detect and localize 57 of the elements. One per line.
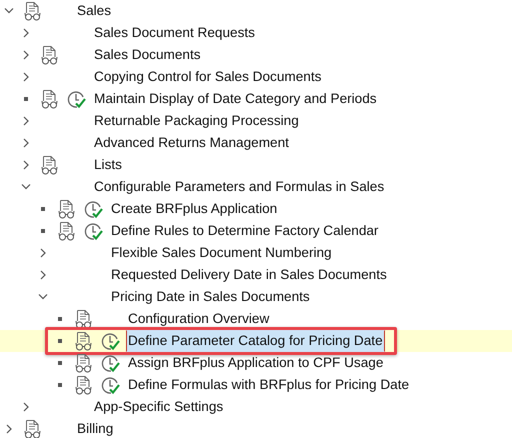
documentation-icon [75, 332, 92, 350]
documentation-icon [75, 354, 92, 372]
documentation-icon [24, 2, 41, 20]
expand-icon[interactable] [39, 248, 47, 258]
tree-item[interactable]: Configurable Parameters and Formulas in Sales [92, 176, 386, 198]
tree-item[interactable]: Configuration Overview [126, 308, 272, 330]
tree-item[interactable]: Define Parameter Catalog for Pricing Date [126, 330, 385, 352]
expand-icon[interactable] [5, 424, 13, 434]
clock-check-icon[interactable] [84, 200, 103, 218]
tree-item[interactable]: Create BRFplus Application [109, 198, 280, 220]
tree-item[interactable]: Flexible Sales Document Numbering [109, 242, 334, 264]
tree-item[interactable]: Billing [75, 418, 116, 438]
collapse-icon[interactable] [4, 7, 14, 15]
tree-item[interactable]: Sales Documents [92, 44, 203, 66]
tree-item[interactable]: Define Formulas with BRFplus for Pricing Date [126, 374, 412, 396]
clock-check-icon[interactable] [101, 376, 120, 394]
bullet-icon [58, 339, 62, 343]
tree-item[interactable]: App-Specific Settings [92, 396, 226, 418]
documentation-icon [58, 222, 75, 240]
documentation-icon [75, 376, 92, 394]
expand-icon[interactable] [22, 116, 30, 126]
bullet-icon [58, 317, 62, 321]
expand-icon[interactable] [22, 160, 30, 170]
clock-check-icon[interactable] [101, 354, 120, 372]
tree-item[interactable]: Assign BRFplus Application to CPF Usage [126, 352, 386, 374]
expand-icon[interactable] [22, 72, 30, 82]
tree-item[interactable]: Sales Document Requests [92, 22, 257, 44]
tree-item[interactable]: Advanced Returns Management [92, 132, 291, 154]
expand-icon[interactable] [22, 402, 30, 412]
tree-item[interactable]: Returnable Packaging Processing [92, 110, 301, 132]
bullet-icon [24, 97, 28, 101]
tree-item[interactable]: Requested Delivery Date in Sales Documents [109, 264, 389, 286]
collapse-icon[interactable] [21, 183, 31, 191]
documentation-icon [58, 200, 75, 218]
clock-check-icon[interactable] [84, 222, 103, 240]
tree-item[interactable]: Maintain Display of Date Category and Periods [92, 88, 379, 110]
bullet-icon [58, 383, 62, 387]
clock-check-icon[interactable] [101, 332, 120, 350]
documentation-icon [41, 90, 58, 108]
tree-item[interactable]: Sales [75, 0, 114, 22]
bullet-icon [41, 207, 45, 211]
tree-item[interactable]: Pricing Date in Sales Documents [109, 286, 312, 308]
tree-item[interactable]: Lists [92, 154, 124, 176]
documentation-icon [24, 420, 41, 438]
collapse-icon[interactable] [38, 293, 48, 301]
clock-check-icon[interactable] [67, 90, 86, 108]
documentation-icon [41, 156, 58, 174]
bullet-icon [41, 229, 45, 233]
expand-icon[interactable] [22, 28, 30, 38]
expand-icon[interactable] [22, 138, 30, 148]
tree-item[interactable]: Copying Control for Sales Documents [92, 66, 324, 88]
tree-item[interactable]: Define Rules to Determine Factory Calendar [109, 220, 380, 242]
expand-icon[interactable] [39, 270, 47, 280]
documentation-icon [75, 310, 92, 328]
bullet-icon [58, 361, 62, 365]
expand-icon[interactable] [22, 50, 30, 60]
documentation-icon [41, 46, 58, 64]
